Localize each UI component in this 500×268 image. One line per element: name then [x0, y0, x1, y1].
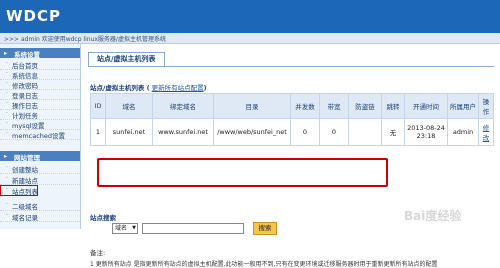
- notes-text: 1 更新所有站点 是指更新所有站点的虚拟主机配置,此功能一般用不到,只有在变更环…: [90, 261, 438, 268]
- col-op: 操作: [478, 93, 494, 119]
- sites-table: ID 域名 绑定域名 目录 并发数 带宽 防盗链 跳转 开通时间 所属用户 操作…: [90, 93, 494, 146]
- sidebar-item-domain-records[interactable]: · 域名记录: [0, 211, 80, 222]
- col-user: 所属用户: [447, 93, 479, 119]
- col-bw: 带宽: [319, 93, 349, 119]
- app-logo: WDCP: [6, 7, 61, 25]
- cell-user: admin: [447, 118, 479, 146]
- col-bind: 绑定域名: [152, 93, 214, 119]
- bullet-icon: ·: [6, 70, 8, 77]
- bullet-icon: ·: [6, 201, 8, 208]
- sidebar-item-site-list[interactable]: · 站点列表: [0, 185, 38, 196]
- edit-site-link[interactable]: 修改: [483, 124, 490, 142]
- cell-time: 2013-08-24 23:18: [404, 118, 448, 146]
- bullet-icon: ·: [6, 130, 8, 137]
- sidebar: ▸ 系统设置 · 后台首页 · 系统信息 · 修改密码 · 登录日志 · 操作日志 · 计划…: [0, 44, 81, 229]
- cell-redirect: 无: [381, 118, 405, 146]
- notes-title: 备注:: [90, 249, 106, 257]
- col-id: ID: [90, 93, 106, 119]
- cell-bw: 0: [319, 118, 349, 146]
- col-dir: 目录: [213, 93, 291, 119]
- tab-bar: 站点/虚拟主机列表: [88, 52, 494, 67]
- bullet-icon: ·: [6, 110, 8, 117]
- search-button[interactable]: 搜索: [253, 222, 277, 235]
- bullet-icon: ·: [6, 120, 8, 127]
- sidebar-item-new-site[interactable]: · 新建站点: [0, 174, 80, 185]
- col-conn: 并发数: [290, 93, 320, 119]
- highlight-annotation: [97, 158, 388, 187]
- bullet-icon: ·: [6, 186, 8, 193]
- collapse-icon: ▸: [4, 49, 8, 57]
- cell-id: 1: [90, 118, 106, 146]
- sidebar-section-system[interactable]: ▸ 系统设置: [0, 48, 80, 59]
- bullet-icon: ·: [6, 90, 8, 97]
- main-content: 站点/虚拟主机列表 站点/虚拟主机列表 (更新所有站点配置) ID 域名 绑定域…: [82, 44, 500, 268]
- bullet-icon: ·: [6, 60, 8, 67]
- chevron-down-icon: ▼: [132, 225, 136, 231]
- bullet-icon: ·: [6, 164, 8, 171]
- tab-site-list[interactable]: 站点/虚拟主机列表: [88, 52, 165, 66]
- sidebar-item-subdomain[interactable]: · 二级域名: [0, 200, 80, 211]
- bullet-icon: ·: [6, 175, 8, 182]
- cell-anti: [348, 118, 382, 146]
- watermark: Bai度经验: [404, 209, 462, 223]
- breadcrumb-bar: >>> admin 欢迎使用wdcp linux服务器/虚拟主机管理系统: [0, 33, 500, 44]
- search-title: 站点搜索: [90, 214, 116, 222]
- sidebar-section-site[interactable]: ▸ 网站管理: [0, 151, 80, 162]
- search-field-select[interactable]: 域名 ▼: [112, 223, 138, 234]
- app-header: WDCP: [0, 0, 500, 33]
- bullet-icon: ·: [6, 100, 8, 107]
- sidebar-item-memcached[interactable]: · memcached设置: [0, 129, 80, 140]
- col-redirect: 跳转: [381, 93, 405, 119]
- col-time: 开通时间: [404, 93, 448, 119]
- list-title: 站点/虚拟主机列表 (更新所有站点配置): [90, 84, 207, 92]
- bullet-icon: ·: [6, 80, 8, 87]
- col-domain: 域名: [105, 93, 153, 119]
- cell-conn: 0: [290, 118, 320, 146]
- table-header-row: ID 域名 绑定域名 目录 并发数 带宽 防盗链 跳转 开通时间 所属用户 操作: [90, 93, 494, 119]
- search-input[interactable]: [142, 223, 244, 234]
- bullet-icon: ·: [6, 212, 8, 219]
- col-anti: 防盗链: [348, 93, 382, 119]
- cell-dir: /www/web/sunfei_net: [213, 118, 291, 146]
- update-all-sites-link[interactable]: 更新所有站点配置: [152, 84, 204, 92]
- breadcrumb: >>> admin 欢迎使用wdcp linux服务器/虚拟主机管理系统: [4, 36, 166, 43]
- table-row: 1 sunfei.net www.sunfei.net /www/web/sun…: [90, 118, 494, 146]
- cell-bind: www.sunfei.net: [152, 118, 214, 146]
- cell-domain: sunfei.net: [105, 118, 153, 146]
- collapse-icon: ▸: [4, 152, 8, 160]
- sidebar-item-create-full-site[interactable]: · 创建整站: [0, 163, 80, 174]
- cell-op: 修改: [478, 118, 494, 146]
